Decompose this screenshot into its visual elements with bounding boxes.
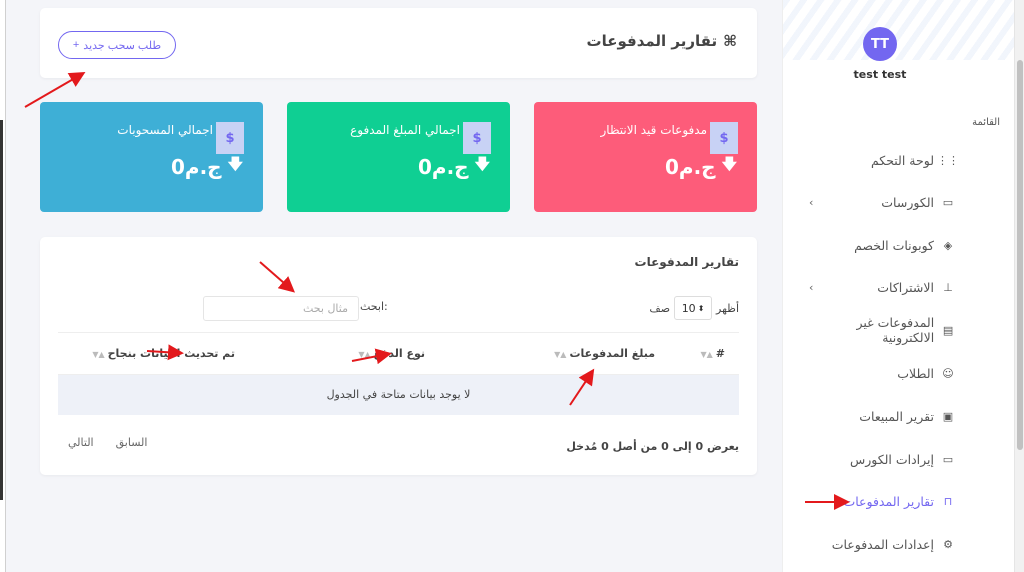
chevron-right-icon: › (809, 195, 814, 209)
page-header-card: ⌘ تقارير المدفوعات + طلب سحب جديد (40, 8, 757, 78)
sidebar-item-students[interactable]: ☺ الطلاب (803, 362, 954, 384)
box-icon: ▭ (942, 195, 954, 209)
lock-icon: ⊓ (943, 494, 953, 508)
sidebar-item-dashboard[interactable]: ⋮⋮ لوحة التحكم (803, 149, 959, 171)
next-button[interactable]: التالي (68, 436, 94, 449)
payments-table: #▲▼ مبلغ المدفوعات▲▼ نوع الدفع▲▼ تم تحدي… (58, 332, 739, 415)
archive-icon: ▤ (942, 323, 954, 337)
stat-amount: 0ج.م 🡇 (664, 154, 737, 179)
page-title: ⌘ تقارير المدفوعات (586, 32, 737, 50)
sidebar-item-courses[interactable]: ▭ الكورسات › (803, 191, 954, 213)
column-header-number[interactable]: #▲▼ (669, 332, 739, 375)
sidebar-item-coupons[interactable]: ◈ كوبونات الخصم (803, 234, 954, 256)
sidebar-item-payment-reports[interactable]: ⊓ تقارير المدفوعات (803, 490, 954, 512)
payments-report-card: تقارير المدفوعات أظهر 10⬍ صف ابحث: #▲▼ م… (40, 237, 757, 475)
sidebar-item-sales-report[interactable]: ▣ تقرير المبيعات (803, 405, 954, 427)
dollar-icon: $ (216, 122, 244, 154)
left-edge (0, 0, 6, 572)
sidebar: TT test test القائمة ⋮⋮ لوحة التحكم ▭ ال… (782, 0, 1014, 572)
gear-icon: ⚙ (943, 537, 953, 551)
sidebar-item-course-revenue[interactable]: ▭ إيرادات الكورس (803, 448, 954, 470)
pagination: التالي السابق (68, 436, 147, 449)
arrow-down-icon: 🡇 (227, 155, 243, 173)
table-row-empty: لا يوجد بيانات متاحة في الجدول (58, 374, 739, 415)
clipboard-icon: ▣ (942, 409, 954, 423)
arrow-down-icon: 🡇 (474, 155, 490, 173)
stat-card-paid: اجمالي المبلغ المدفوع $ 0ج.م 🡇 (287, 102, 510, 212)
sidebar-item-subscriptions[interactable]: ⊥ الاشتراكات › (803, 276, 954, 298)
empty-message: لا يوجد بيانات متاحة في الجدول (58, 374, 739, 415)
sidebar-item-payment-settings[interactable]: ⚙ إعدادات المدفوعات (803, 533, 954, 555)
box-icon: ▭ (942, 452, 954, 466)
sort-icon: ▲▼ (554, 350, 567, 359)
command-icon: ⌘ (723, 32, 737, 50)
page-length-select[interactable]: 10 ⬍ (674, 296, 713, 320)
chevron-right-icon: › (809, 280, 814, 294)
stat-amount: 0ج.م 🡇 (170, 154, 243, 179)
menu-title: القائمة (972, 117, 1000, 128)
column-header-payment-type[interactable]: نوع الدفع▲▼ (249, 332, 439, 375)
users-icon: ☺ (942, 366, 954, 380)
new-withdraw-button[interactable]: + طلب سحب جديد (58, 31, 176, 59)
search-label: ابحث: (360, 300, 388, 313)
previous-button[interactable]: السابق (116, 436, 148, 449)
sort-icon: ⬍ (697, 303, 705, 313)
stat-card-pending: مدفوعات قيد الانتظار $ 0ج.م 🡇 (534, 102, 757, 212)
sidebar-item-offline-payments[interactable]: ▤ المدفوعات غير الالكترونية (803, 315, 954, 345)
avatar[interactable]: TT (863, 27, 897, 61)
tag-icon: ◈ (943, 238, 953, 252)
stat-card-withdrawals: اجمالي المسحوبات $ 0ج.م 🡇 (40, 102, 263, 212)
sidebar-decoration (783, 0, 1014, 60)
table-info: يعرض 0 إلى 0 من أصل 0 مُدخل (566, 440, 739, 453)
stat-amount: 0ج.م 🡇 (417, 154, 490, 179)
column-header-amount[interactable]: مبلغ المدفوعات▲▼ (439, 332, 669, 375)
page-length-control: أظهر 10 ⬍ صف (649, 296, 739, 320)
column-header-updated[interactable]: تم تحديث البيانات بنجاح▲▼ (58, 332, 249, 375)
arrow-down-icon: 🡇 (721, 155, 737, 173)
search-input[interactable] (203, 296, 359, 321)
sort-icon: ▲▼ (358, 350, 371, 359)
dollar-icon: $ (463, 122, 491, 154)
dollar-icon: $ (710, 122, 738, 154)
report-title: تقارير المدفوعات (634, 255, 739, 269)
scrollbar-thumb[interactable] (1017, 60, 1023, 450)
scrollbar[interactable] (1014, 0, 1024, 572)
sitemap-icon: ⊥ (943, 280, 953, 294)
sort-icon: ▲▼ (700, 350, 713, 359)
username: test test (853, 68, 907, 81)
grid-icon: ⋮⋮ (937, 153, 959, 167)
sort-icon: ▲▼ (92, 350, 105, 359)
